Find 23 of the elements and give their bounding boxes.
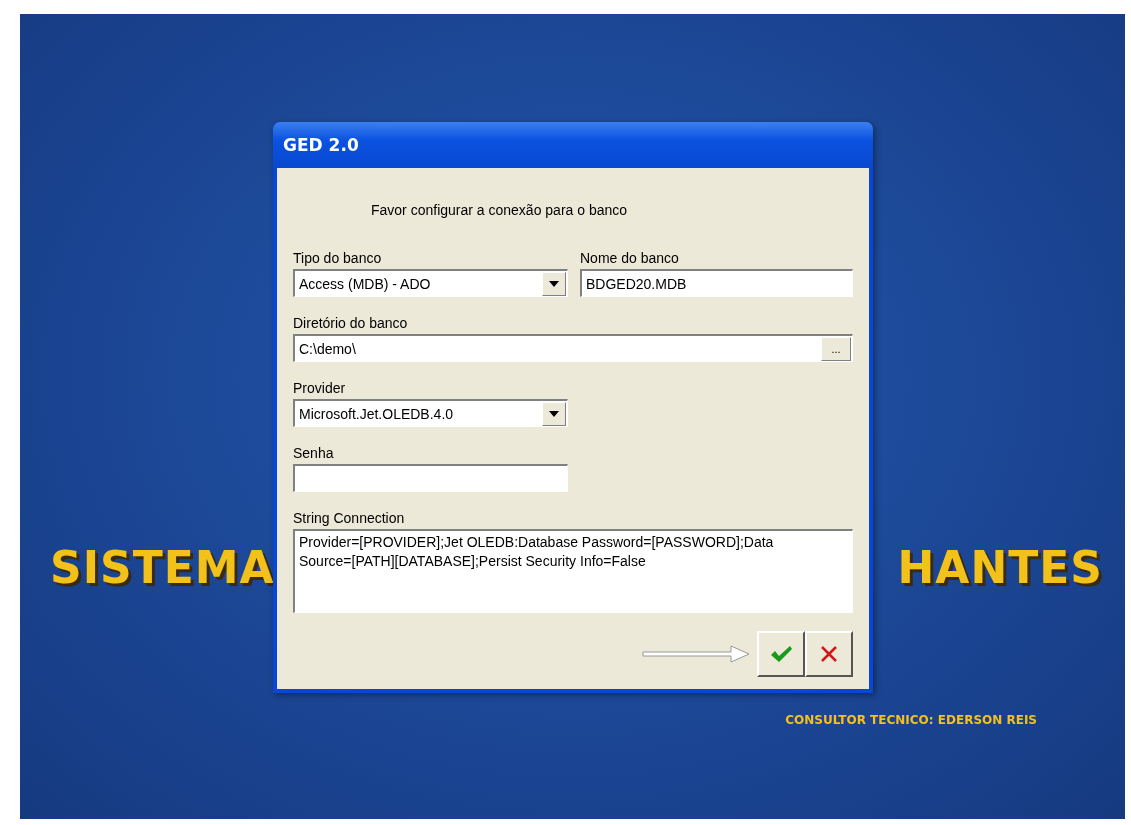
- field-label: Provider: [293, 380, 347, 396]
- field-label: Senha: [293, 445, 335, 461]
- credit-text: CONSULTOR TECNICO: EDERSON REIS: [785, 713, 1037, 727]
- splash-title: SISTEMA: [50, 542, 275, 593]
- confirm-button[interactable]: [757, 631, 805, 677]
- input-field[interactable]: BDGED20.MDB: [580, 269, 853, 297]
- cancel-button[interactable]: [805, 631, 853, 677]
- prompt-text: Favor configurar a conexão para o banco: [370, 202, 629, 218]
- dropdown[interactable]: Access (MDB) - ADO: [293, 269, 568, 297]
- dropdown[interactable]: Microsoft.Jet.OLEDB.4.0: [293, 399, 568, 427]
- field-label: Nome do banco: [580, 250, 680, 266]
- text-area[interactable]: Provider=[PROVIDER];Jet OLEDB:Database Password=[PASSWORD];Data Source=[PATH][DATABASE];Persist Security Info=False: [293, 529, 853, 613]
- arrow-icon: [641, 643, 751, 665]
- password-field[interactable]: [293, 464, 568, 492]
- window-title: GED 2.0: [283, 135, 359, 155]
- splash-title: HANTES: [897, 542, 1103, 593]
- field-label: String Connection: [293, 510, 406, 526]
- checkmark-icon: [770, 645, 792, 663]
- close-icon: [820, 645, 838, 663]
- input-field[interactable]: C:\demo\ ...: [293, 334, 853, 362]
- field-label: Tipo do banco: [293, 250, 383, 266]
- field-label: Diretório do banco: [293, 315, 409, 331]
- browse-button[interactable]: ...: [821, 336, 851, 361]
